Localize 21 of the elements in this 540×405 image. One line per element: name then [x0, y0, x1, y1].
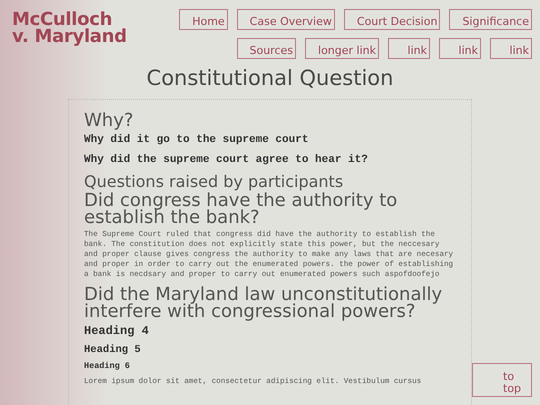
nav-link[interactable]: Court Decision	[344, 9, 440, 30]
heading: Why?	[84, 112, 134, 129]
heading: Did the Maryland law unconstitutionally interfere with congressional powers?	[84, 286, 444, 320]
nav-link[interactable]: Case Overview	[236, 9, 335, 30]
nav-link[interactable]: longer link	[305, 38, 379, 59]
nav-link[interactable]: link	[388, 38, 430, 59]
heading: Questions raised by participants	[84, 173, 344, 190]
heading: Heading 5	[84, 344, 142, 356]
heading: Heading 6	[84, 361, 131, 371]
nav-link[interactable]: link	[439, 38, 481, 59]
nav-link[interactable]: Home	[179, 9, 228, 30]
page-title: Constitutional Question	[146, 66, 394, 92]
heading: Did congress have the authority to establish the bank?	[84, 192, 398, 226]
nav-link[interactable]: Significance	[449, 9, 532, 30]
to-top-link[interactable]: to top	[472, 363, 532, 397]
subheading: Why did the supreme court agree to hear it?	[84, 153, 369, 167]
nav-link[interactable]: link	[490, 38, 532, 59]
subheading: Why did it go to the supreme court	[84, 133, 310, 147]
heading: Heading 4	[84, 324, 150, 338]
nav-link[interactable]: Sources	[236, 38, 296, 59]
site-title: McCulloch v. Maryland	[12, 11, 128, 49]
